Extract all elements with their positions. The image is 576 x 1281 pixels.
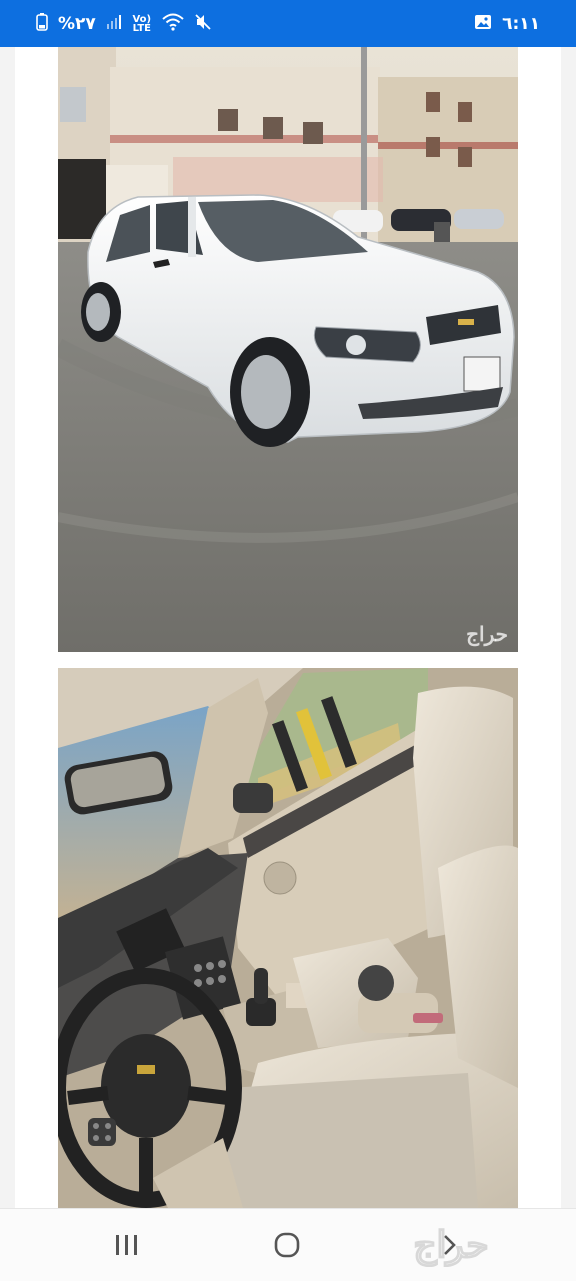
home-button[interactable] xyxy=(270,1229,304,1261)
gallery-notification-icon xyxy=(474,14,492,34)
battery-percent: %٢٧ xyxy=(58,13,96,34)
status-icons-left: %٢٧ Vo) LTE xyxy=(36,12,212,35)
recents-icon xyxy=(116,1235,137,1255)
listing-content[interactable]: حراج xyxy=(15,47,561,1208)
car-interior-photo[interactable] xyxy=(58,668,518,1208)
system-navigation-bar: حراج xyxy=(0,1208,576,1281)
status-icons-right: ٦:١١ xyxy=(474,14,540,34)
status-bar: %٢٧ Vo) LTE ٦:١١ xyxy=(0,0,576,47)
network-label: Vo) LTE xyxy=(132,13,152,34)
haraj-watermark: حراج xyxy=(466,622,508,646)
car-exterior-photo[interactable]: حراج xyxy=(58,47,518,652)
home-icon xyxy=(274,1232,300,1258)
mute-icon xyxy=(194,13,212,35)
signal-icon xyxy=(106,14,122,34)
recents-button[interactable] xyxy=(110,1229,144,1261)
clock: ٦:١١ xyxy=(502,13,540,34)
battery-icon xyxy=(36,12,48,35)
haraj-logo: حراج xyxy=(413,1223,490,1267)
svg-text:حراج: حراج xyxy=(413,1224,488,1267)
wifi-icon xyxy=(162,13,184,35)
